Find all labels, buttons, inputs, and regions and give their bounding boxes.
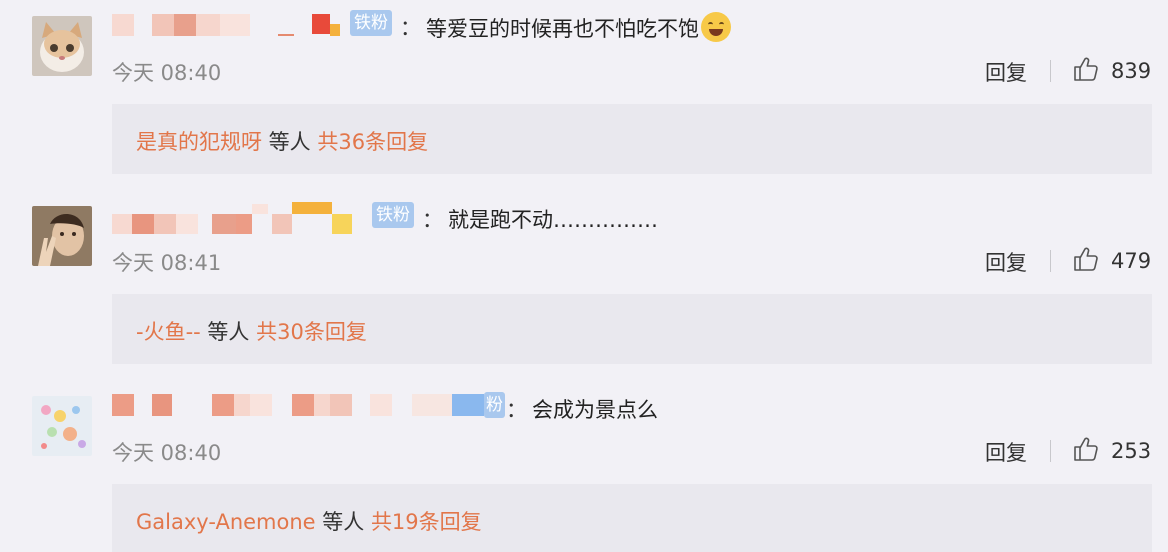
reply-middle-text: 等人 — [315, 510, 371, 534]
reply-count-link[interactable]: 共30条回复 — [256, 320, 367, 344]
avatar[interactable] — [32, 16, 92, 76]
colon-separator: ： — [400, 16, 421, 40]
like-count: 253 — [1111, 439, 1152, 463]
thumbs-up-icon[interactable] — [1072, 55, 1100, 83]
reply-summary-line: 是真的犯规呀 等人 共36条回复 — [136, 126, 428, 156]
username-blurred[interactable] — [112, 390, 512, 430]
colon-separator: ： — [506, 398, 527, 422]
colon-separator: ： — [422, 208, 443, 232]
reply-middle-text: 等人 — [200, 320, 257, 344]
reply-users-link[interactable]: Galaxy-Anemone — [136, 510, 316, 534]
reply-summary-box[interactable]: 是真的犯规呀 等人 共36条回复 — [112, 104, 1152, 174]
comment-text-content: 等爱豆的时候再也不怕吃不饱 — [426, 17, 699, 41]
comment-time: 今天 08:40 — [112, 441, 222, 465]
fan-badge: 铁粉 — [372, 202, 414, 228]
avatar[interactable] — [32, 396, 92, 456]
reply-summary-line: -火鱼-- 等人 共30条回复 — [136, 316, 367, 346]
username-blurred[interactable] — [112, 10, 352, 50]
divider — [1050, 440, 1051, 462]
reply-users-link[interactable]: -火鱼-- — [136, 320, 201, 344]
fan-badge: 粉 — [484, 392, 505, 418]
comment-time: 今天 08:41 — [112, 251, 222, 275]
reply-summary-box[interactable]: Galaxy-Anemone 等人 共19条回复 — [112, 484, 1152, 552]
divider — [1050, 250, 1051, 272]
username-blurred[interactable] — [112, 200, 372, 240]
comment-text: 等爱豆的时候再也不怕吃不饱 — [426, 12, 731, 43]
reply-button[interactable]: 回复 — [985, 437, 1027, 467]
fan-badge: 铁粉 — [350, 10, 392, 36]
reply-users-link[interactable]: 是真的犯规呀 — [136, 130, 262, 154]
avatar[interactable] — [32, 206, 92, 266]
reply-summary-line: Galaxy-Anemone 等人 共19条回复 — [136, 506, 482, 536]
reply-button[interactable]: 回复 — [985, 57, 1027, 87]
comment-time: 今天 08:40 — [112, 61, 222, 85]
laughing-tears-emoji-icon — [701, 12, 731, 42]
comment-text: 就是跑不动…………… — [448, 208, 658, 232]
like-count: 479 — [1111, 249, 1152, 273]
reply-middle-text: 等人 — [262, 130, 318, 154]
thumbs-up-icon[interactable] — [1072, 435, 1100, 463]
reply-summary-box[interactable]: -火鱼-- 等人 共30条回复 — [112, 294, 1152, 364]
comment-text: 会成为景点么 — [532, 398, 658, 422]
divider — [1050, 60, 1051, 82]
like-count: 839 — [1111, 59, 1152, 83]
reply-count-link[interactable]: 共19条回复 — [371, 510, 482, 534]
thumbs-up-icon[interactable] — [1072, 245, 1100, 273]
reply-count-link[interactable]: 共36条回复 — [317, 130, 428, 154]
reply-button[interactable]: 回复 — [985, 247, 1027, 277]
